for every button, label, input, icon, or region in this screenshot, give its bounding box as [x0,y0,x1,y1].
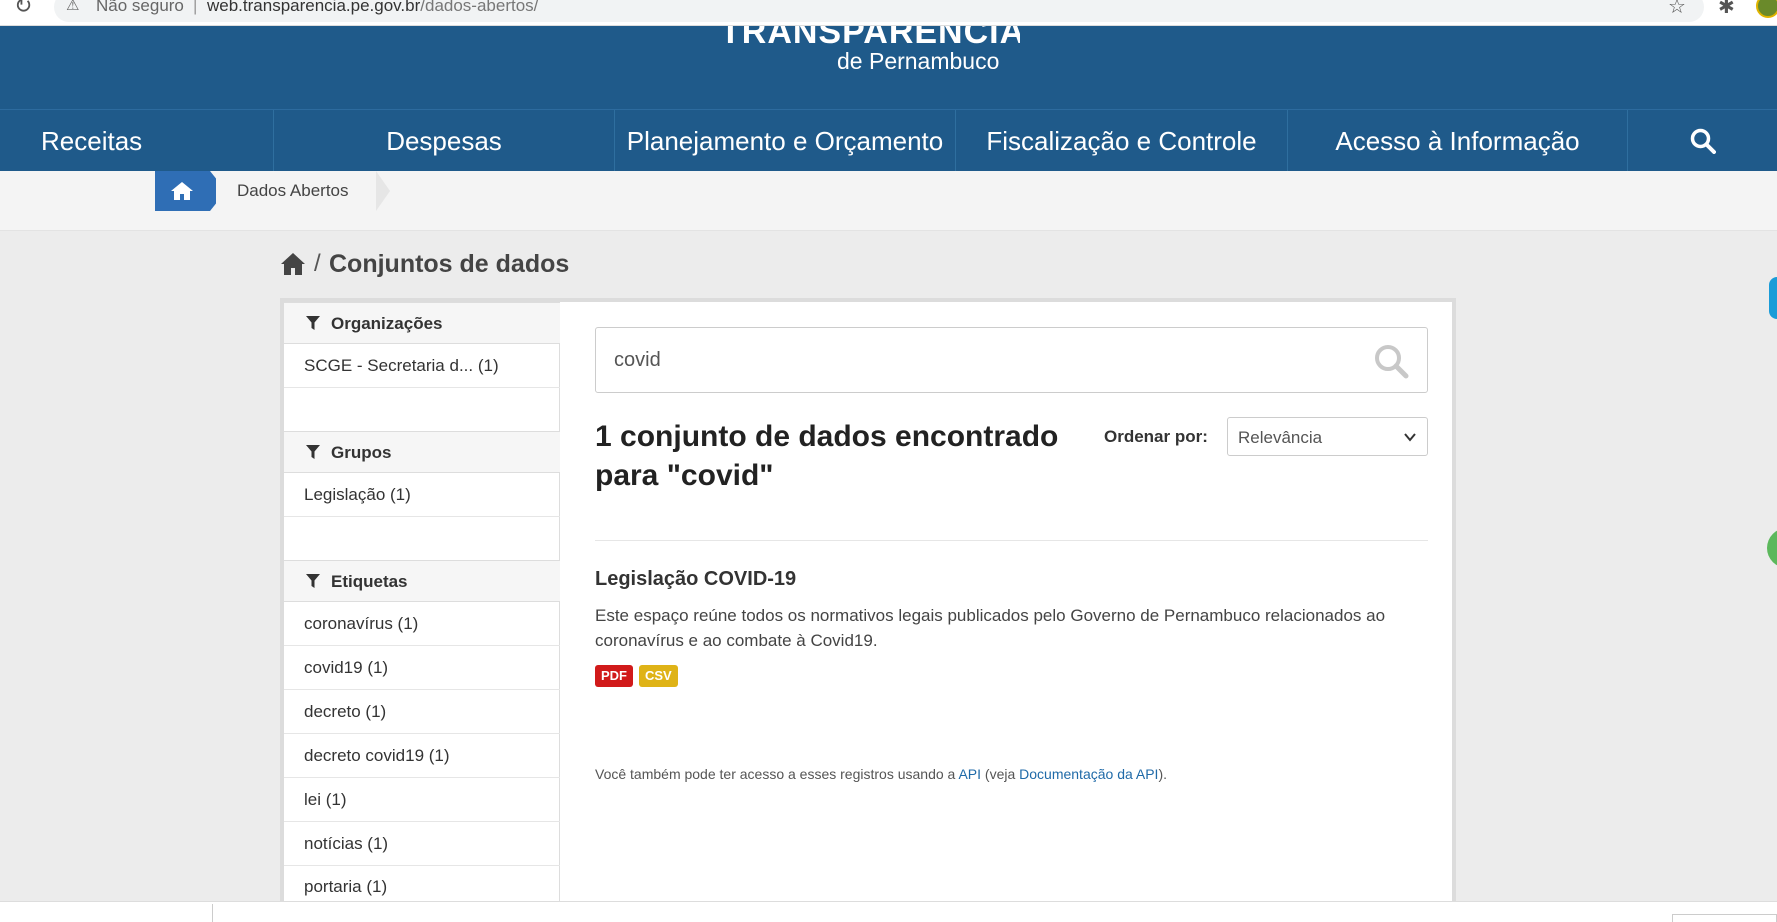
side-widget-button[interactable] [1767,528,1777,568]
filter-icon [306,445,320,459]
facet-item[interactable]: coronavírus (1) [284,602,560,646]
nav-item-receitas[interactable]: Receitas [0,110,274,172]
divider [595,540,1428,541]
security-label[interactable]: Não seguro [96,0,184,16]
order-label: Ordenar por: [1104,427,1208,446]
result-count: 1 conjunto de dados encontrado para "cov… [595,420,1059,492]
facet-item-label: covid19 (1) [304,658,389,677]
nav-item-despesas[interactable]: Despesas [274,110,615,172]
facet-header-organizations: Organizações [284,302,560,344]
bookmark-star-icon[interactable]: ☆ [1668,0,1686,18]
breadcrumb-dados-abertos[interactable]: Dados Abertos [216,171,376,211]
format-badge-csv[interactable]: CSV [639,665,678,687]
facet-item[interactable]: Legislação (1) [284,473,560,517]
bottom-bar [0,901,1777,922]
main-container: Organizações SCGE - Secretaria d... (1) … [280,298,1456,909]
bottom-panel [1672,914,1777,922]
facet-header-groups: Grupos [284,431,560,473]
extensions-icon[interactable]: ✱ [1718,0,1735,18]
warning-icon[interactable]: ⚠ [66,0,79,14]
home-icon[interactable] [280,252,306,276]
breadcrumb-home[interactable] [155,171,210,211]
facet-title: Etiquetas [331,572,408,591]
facet-item-label: lei (1) [304,790,347,809]
api-docs-link[interactable]: Documentação da API [1019,766,1158,782]
order-select[interactable]: Relevância [1227,417,1428,456]
facet-item-label: coronavírus (1) [304,614,419,633]
divider [212,904,213,922]
side-widget-button[interactable] [1769,277,1777,319]
api-note-middle: (veja [981,766,1020,782]
facet-item[interactable]: decreto (1) [284,690,560,734]
search-input[interactable] [614,344,1354,376]
nav-search-button[interactable] [1628,110,1777,172]
address-url[interactable]: web.transparencia.pe.gov.br/dados-aberto… [207,0,538,16]
site-header: TRANSPARÊNCIA de Pernambuco [0,26,1777,109]
dataset-description: Este espaço reúne todos os normativos le… [595,606,1386,650]
facet-item[interactable]: decreto covid19 (1) [284,734,560,778]
facet-item[interactable]: notícias (1) [284,822,560,866]
heading-separator: / [314,250,321,277]
filter-icon [306,316,320,330]
profile-avatar[interactable] [1756,0,1777,18]
api-link[interactable]: API [958,766,981,782]
format-badge-pdf[interactable]: PDF [595,665,633,687]
breadcrumb: Dados Abertos [0,171,1777,231]
chevron-down-icon [1404,433,1416,442]
facet-sidebar: Organizações SCGE - Secretaria d... (1) … [284,302,560,909]
facet-item-label: decreto (1) [304,702,387,721]
nav-item-fiscalizacao[interactable]: Fiscalização e Controle [956,110,1288,172]
order-selected-value: Relevância [1238,428,1323,447]
api-note-suffix: ). [1158,766,1168,782]
dataset-title[interactable]: Legislação COVID-19 [595,568,796,591]
facet-item-label: SCGE - Secretaria d... (1) [304,356,499,375]
search-icon[interactable] [1373,343,1409,379]
home-icon [171,182,193,200]
api-note: Você também pode ter acesso a esses regi… [595,766,1167,782]
breadcrumb-label: Dados Abertos [237,181,349,200]
breadcrumb-arrow [376,171,390,211]
facet-item-label: notícias (1) [304,834,389,853]
facet-item[interactable]: SCGE - Secretaria d... (1) [284,344,560,388]
facet-item[interactable]: covid19 (1) [284,646,560,690]
page-title[interactable]: Conjuntos de dados [329,250,569,279]
logo-subtitle[interactable]: de Pernambuco [837,48,999,75]
address-separator: | [193,0,198,15]
logo[interactable]: TRANSPARÊNCIA [720,26,1020,48]
search-icon [1690,128,1716,154]
facet-title: Organizações [331,314,443,333]
main-nav: Receitas Despesas Planejamento e Orçamen… [0,109,1777,172]
facet-header-tags: Etiquetas [284,560,560,602]
nav-item-acesso[interactable]: Acesso à Informação [1288,110,1628,172]
facet-item-label: Legislação (1) [304,485,411,504]
dataset-search [595,327,1428,393]
url-host: web.transparencia.pe.gov.br [207,0,421,15]
nav-item-planejamento[interactable]: Planejamento e Orçamento [615,110,956,172]
url-path: /dados-abertos/ [420,0,539,15]
reload-icon[interactable]: ↻ [14,0,32,19]
browser-toolbar: ↻ ⚠ Não seguro | web.transparencia.pe.go… [0,0,1777,26]
facet-item-label: decreto covid19 (1) [304,746,450,765]
facet-title: Grupos [331,443,392,462]
facet-item-label: portaria (1) [304,877,388,896]
api-note-prefix: Você também pode ter acesso a esses regi… [595,766,959,782]
logo-title: TRANSPARÊNCIA [720,26,1020,48]
filter-icon [306,574,320,588]
facet-item[interactable]: lei (1) [284,778,560,822]
